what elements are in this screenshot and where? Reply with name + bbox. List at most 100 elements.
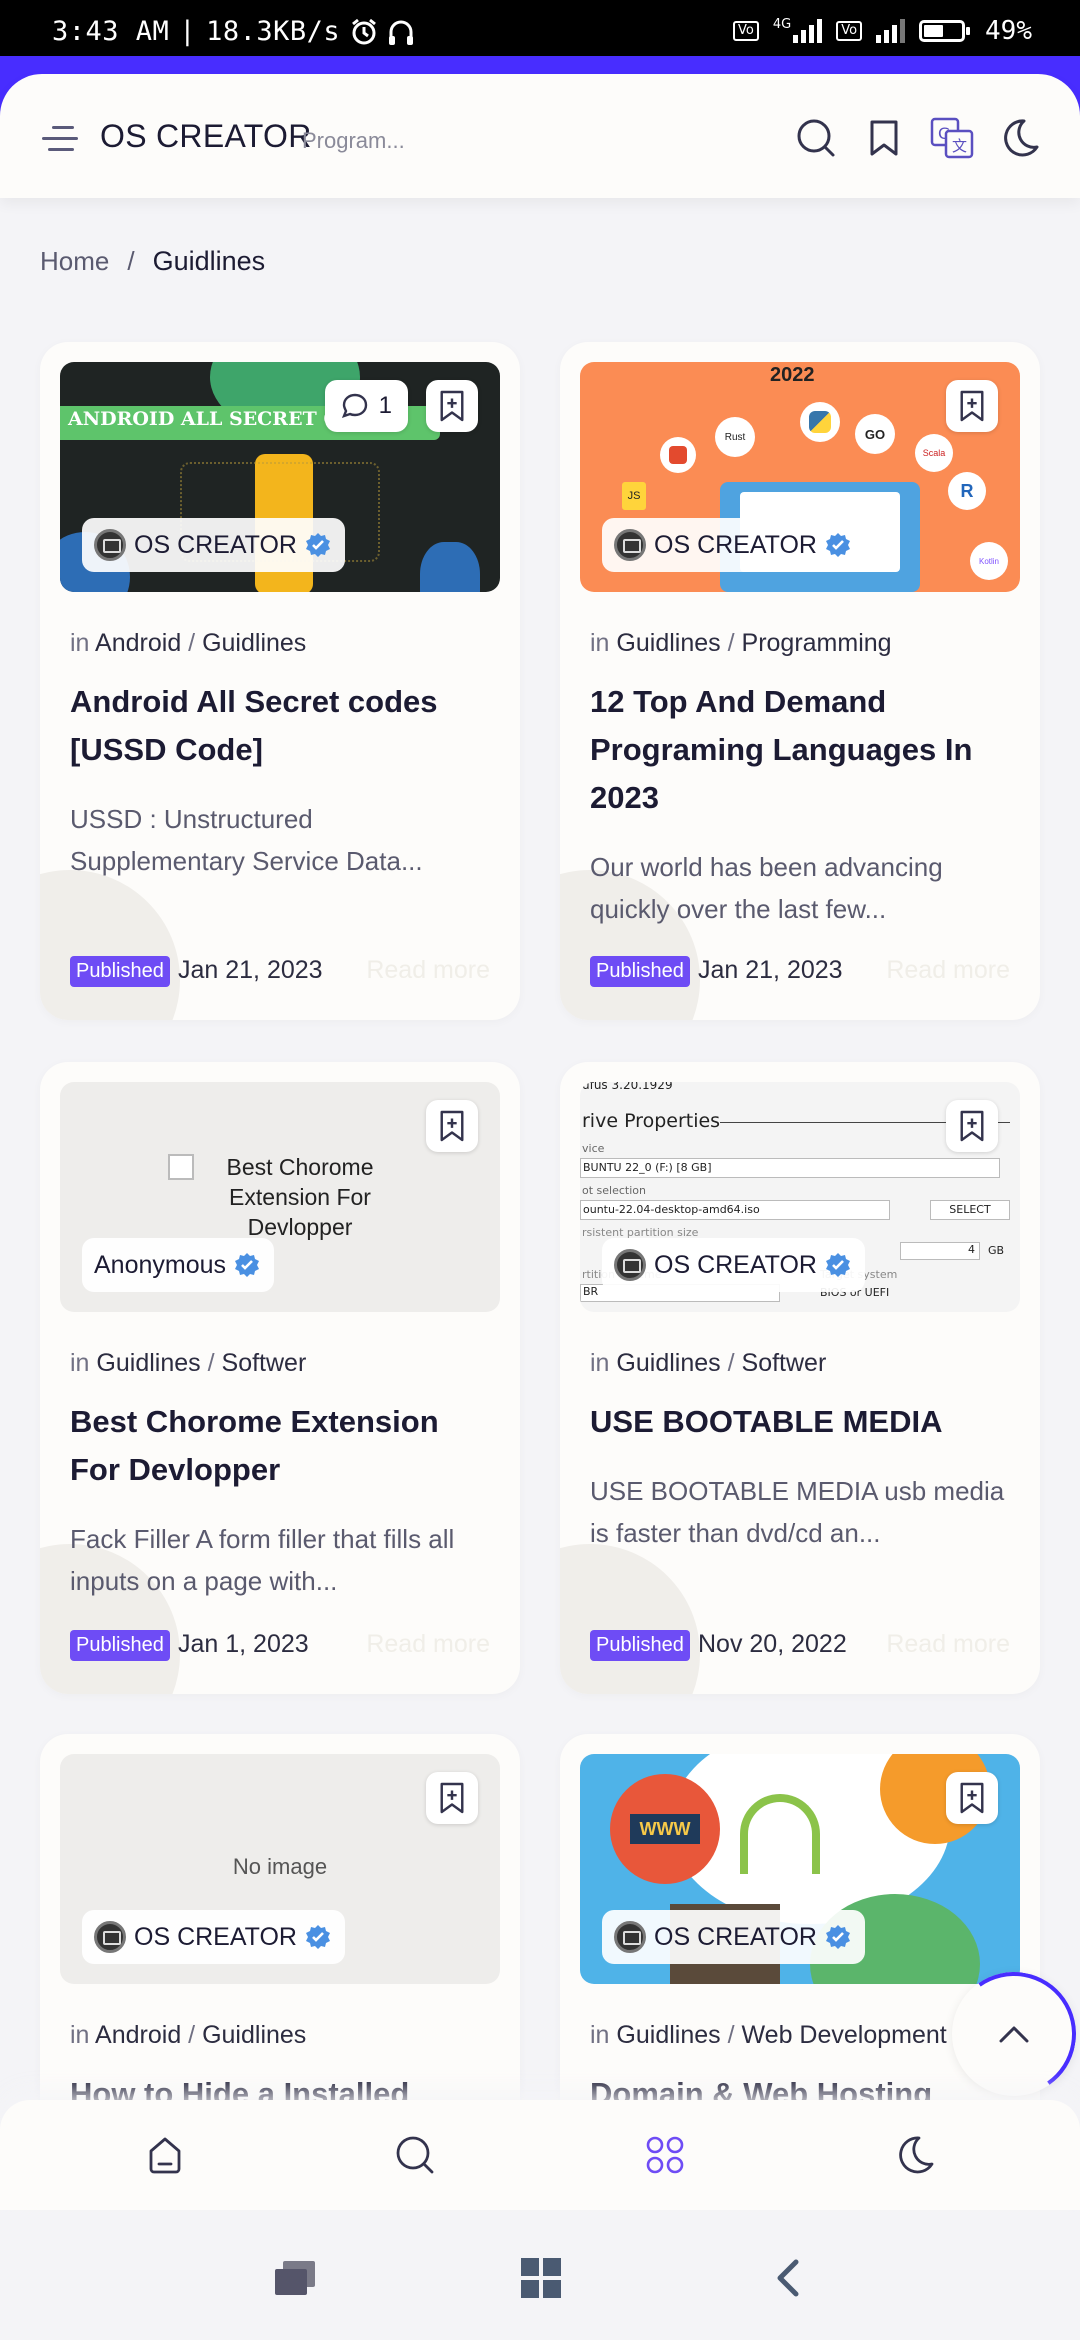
- rust-badge: Rust: [715, 417, 755, 457]
- category-link[interactable]: Guidlines: [616, 1349, 720, 1377]
- author-name: OS CREATOR: [654, 1250, 817, 1279]
- category-link[interactable]: Android: [95, 629, 181, 657]
- verified-icon: [825, 1252, 851, 1278]
- author-chip[interactable]: Anonymous: [82, 1238, 275, 1292]
- scroll-to-top-button[interactable]: [942, 1962, 1080, 2106]
- recents-icon[interactable]: [270, 2256, 320, 2300]
- author-chip[interactable]: OS CREATOR: [82, 518, 345, 572]
- scala-badge: Scala: [915, 434, 953, 472]
- comment-count-button[interactable]: 1: [324, 380, 408, 432]
- category-link[interactable]: Softwer: [742, 1349, 827, 1377]
- bookmark-add-icon: [958, 1781, 986, 1815]
- bookmark-icon[interactable]: [860, 114, 908, 162]
- headphones-icon: [389, 20, 414, 45]
- bookmark-add-button[interactable]: [426, 380, 478, 432]
- category-link[interactable]: Guidlines: [96, 1349, 200, 1377]
- post-title[interactable]: Best Chorome Extension For Devlopper: [70, 1398, 490, 1494]
- post-title[interactable]: 12 Top And Demand Programing Languages I…: [590, 678, 1010, 822]
- author-name: OS CREATOR: [134, 1922, 297, 1951]
- translate-icon[interactable]: G文: [928, 114, 976, 162]
- system-nav-bar: [0, 2212, 1080, 2340]
- post-card[interactable]: ANDROID ALL SECRET CODES 1 OS CREATOR in…: [40, 342, 520, 1020]
- category-link[interactable]: Guidlines: [202, 2021, 306, 2049]
- alarm-icon: [352, 18, 377, 44]
- post-category: in Guidlines / Softwer: [70, 1349, 306, 1378]
- bookmark-add-button[interactable]: [946, 1100, 998, 1152]
- bookmark-add-icon: [438, 389, 466, 423]
- category-link[interactable]: Web Development: [742, 2021, 947, 2049]
- js-badge: JS: [622, 482, 646, 510]
- post-thumbnail[interactable]: ANDROID ALL SECRET CODES 1 OS CREATOR: [60, 362, 500, 592]
- category-prefix: in: [70, 629, 90, 657]
- status-speed: 18.3KB/s: [206, 16, 341, 47]
- post-thumbnail[interactable]: 2022 Rust GO Scala R Kotlin JS OS CREATO…: [580, 362, 1020, 592]
- post-category: in Android / Guidlines: [70, 629, 306, 658]
- category-link[interactable]: Softwer: [222, 1349, 307, 1377]
- post-excerpt: Fack Filler A form filler that fills all…: [70, 1524, 455, 1596]
- post-thumbnail[interactable]: WWW OS CREATOR: [580, 1754, 1020, 1984]
- dark-mode-icon[interactable]: [890, 2130, 940, 2180]
- post-title[interactable]: Android All Secret codes [USSD Code]: [70, 678, 490, 774]
- category-link[interactable]: Guidlines: [202, 629, 306, 657]
- bookmark-add-button[interactable]: [426, 1772, 478, 1824]
- verified-icon: [305, 1924, 331, 1950]
- author-chip[interactable]: OS CREATOR: [602, 1238, 865, 1292]
- post-card[interactable]: Best Chorome Extension For Devlopper Ano…: [40, 1062, 520, 1694]
- bookmark-add-button[interactable]: [946, 1772, 998, 1824]
- python-badge: [800, 402, 840, 442]
- dark-mode-icon[interactable]: [996, 114, 1044, 162]
- author-chip[interactable]: OS CREATOR: [602, 518, 865, 572]
- bookmark-add-icon: [438, 1109, 466, 1143]
- menu-icon[interactable]: [42, 126, 78, 154]
- bookmark-add-button[interactable]: [426, 1100, 478, 1152]
- category-prefix: in: [70, 2021, 90, 2049]
- author-chip[interactable]: OS CREATOR: [602, 1910, 865, 1964]
- search-icon[interactable]: [390, 2130, 440, 2180]
- kotlin-badge: Kotlin: [970, 542, 1008, 580]
- read-more-link[interactable]: Read more: [366, 956, 490, 985]
- home-icon[interactable]: [140, 2130, 190, 2180]
- category-link[interactable]: Programming: [742, 629, 892, 657]
- category-link[interactable]: Guidlines: [616, 2021, 720, 2049]
- author-name: OS CREATOR: [134, 530, 297, 559]
- post-card[interactable]: ufus 3.20.1929 rive Properties vice BUNT…: [560, 1062, 1040, 1694]
- author-name: OS CREATOR: [654, 1922, 817, 1951]
- post-thumbnail[interactable]: ufus 3.20.1929 rive Properties vice BUNT…: [580, 1082, 1020, 1312]
- apps-icon[interactable]: [640, 2130, 690, 2180]
- comment-count: 1: [378, 392, 392, 419]
- post-card[interactable]: No image OS CREATOR in Android / Guidlin…: [40, 1734, 520, 2134]
- bookmark-add-button[interactable]: [946, 380, 998, 432]
- signal-icon-2: [876, 19, 906, 43]
- post-thumbnail[interactable]: Best Chorome Extension For Devlopper Ano…: [60, 1082, 500, 1312]
- status-separator: |: [179, 16, 197, 47]
- category-prefix: in: [590, 629, 610, 657]
- post-title[interactable]: USE BOOTABLE MEDIA: [590, 1398, 1010, 1446]
- comment-icon: [341, 393, 367, 418]
- post-thumbnail[interactable]: No image OS CREATOR: [60, 1754, 500, 1984]
- status-badge: Published: [70, 1630, 170, 1661]
- read-more-link[interactable]: Read more: [886, 956, 1010, 985]
- thumb-select: SELECT: [930, 1200, 1010, 1220]
- thumb-size: 4: [900, 1242, 980, 1260]
- verified-icon: [305, 532, 331, 558]
- post-category: in Guidlines / Web Development: [590, 2021, 947, 2050]
- thumb-www-label: WWW: [630, 1814, 700, 1844]
- post-excerpt: Our world has been advancing quickly ove…: [590, 852, 943, 924]
- avatar: [94, 529, 126, 561]
- back-icon[interactable]: [762, 2256, 812, 2300]
- breadcrumb-home[interactable]: Home: [40, 246, 109, 277]
- app-header: OS CREATOR Program... G文: [0, 74, 1080, 198]
- category-link[interactable]: Guidlines: [616, 629, 720, 657]
- read-more-link[interactable]: Read more: [366, 1630, 490, 1659]
- author-chip[interactable]: OS CREATOR: [82, 1910, 345, 1964]
- category-link[interactable]: Android: [95, 2021, 181, 2049]
- post-category: in Guidlines / Programming: [590, 629, 892, 658]
- post-card[interactable]: 2022 Rust GO Scala R Kotlin JS OS CREATO…: [560, 342, 1040, 1020]
- battery-icon: [919, 20, 971, 42]
- site-title[interactable]: OS CREATOR: [100, 118, 312, 155]
- thumb-device-label: vice: [582, 1142, 605, 1155]
- search-icon[interactable]: [792, 114, 840, 162]
- read-more-link[interactable]: Read more: [886, 1630, 1010, 1659]
- thumb-version: ufus 3.20.1929: [582, 1082, 673, 1092]
- home-icon[interactable]: [516, 2256, 566, 2300]
